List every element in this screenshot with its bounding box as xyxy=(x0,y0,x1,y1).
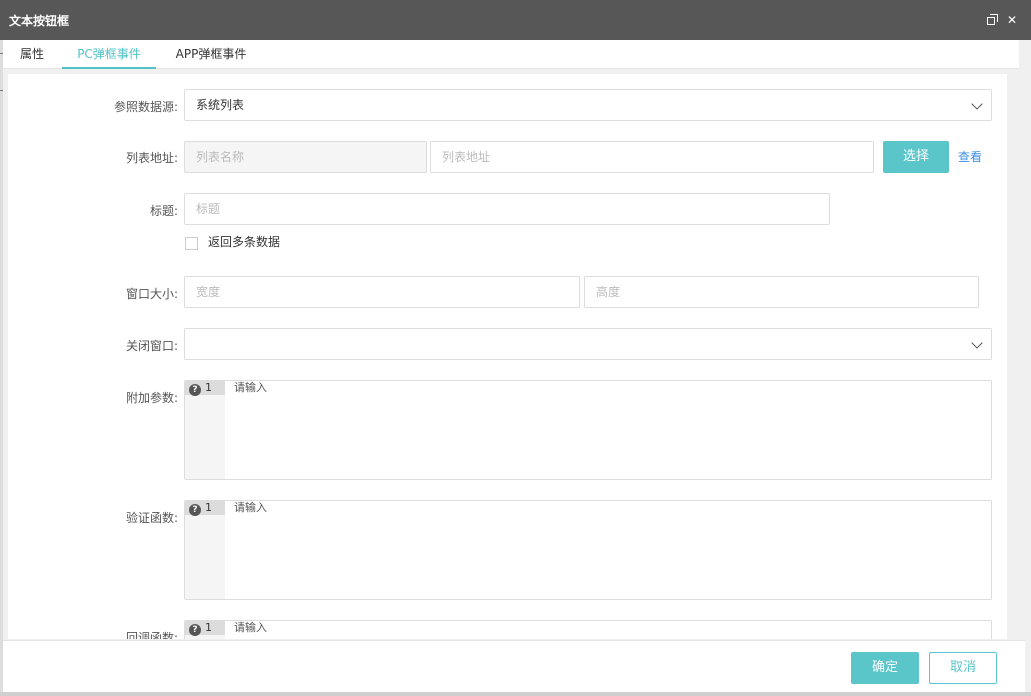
extra-params-label: 附加参数: xyxy=(125,391,178,405)
editor-placeholder: 请输入 xyxy=(234,381,267,394)
return-multiple-checkbox[interactable] xyxy=(185,237,198,250)
data-source-select[interactable]: 系统列表 xyxy=(184,89,992,121)
validate-fn-editor[interactable]: ? 1 请输入 xyxy=(184,500,992,600)
ok-button[interactable]: 确定 xyxy=(851,652,919,684)
cancel-button[interactable]: 取消 xyxy=(929,652,997,684)
tab-pc-popup-events[interactable]: PC弹框事件 xyxy=(62,40,156,69)
dialog: 文本按钮框 ✕ 属性 PC弹框事件 APP弹框事件 参照数据源: 系统列表 列表… xyxy=(0,0,1031,696)
validate-fn-label: 验证函数: xyxy=(125,511,178,525)
tab-properties[interactable]: 属性 xyxy=(19,40,45,69)
dialog-footer: 确定 取消 xyxy=(3,640,1025,692)
editor-gutter: ? 1 xyxy=(185,501,225,599)
editor-gutter: ? 1 xyxy=(185,381,225,479)
return-multiple-label: 返回多条数据 xyxy=(208,235,281,249)
data-source-label: 参照数据源: xyxy=(113,100,178,114)
data-source-value: 系统列表 xyxy=(196,98,245,112)
dialog-title: 文本按钮框 xyxy=(9,14,70,28)
title-label: 标题: xyxy=(149,204,178,218)
callback-fn-editor[interactable]: ? 1 请输入 xyxy=(184,620,992,639)
width-placeholder: 宽度 xyxy=(196,285,221,299)
height-input[interactable]: 高度 xyxy=(584,276,979,308)
extra-params-editor[interactable]: ? 1 请输入 xyxy=(184,380,992,480)
height-placeholder: 高度 xyxy=(596,285,621,299)
tab-app-popup-events[interactable]: APP弹框事件 xyxy=(168,40,254,69)
restore-window-icon[interactable] xyxy=(985,13,999,27)
close-window-label: 关闭窗口: xyxy=(125,339,178,353)
line-number: 1 xyxy=(205,621,212,634)
window-size-label: 窗口大小: xyxy=(125,287,178,301)
line-number: 1 xyxy=(205,381,212,394)
width-input[interactable]: 宽度 xyxy=(184,276,580,308)
line-number: 1 xyxy=(205,501,212,514)
list-name-placeholder: 列表名称 xyxy=(196,150,245,164)
scrollbar[interactable] xyxy=(1019,40,1027,640)
list-address-placeholder: 列表地址 xyxy=(442,150,491,164)
title-bar: 文本按钮框 ✕ xyxy=(0,0,1031,40)
editor-placeholder: 请输入 xyxy=(234,621,267,634)
title-input[interactable]: 标题 xyxy=(184,193,830,225)
left-edge xyxy=(0,40,3,696)
editor-placeholder: 请输入 xyxy=(234,501,267,514)
bottom-edge xyxy=(0,692,1031,696)
form-panel: 参照数据源: 系统列表 列表地址: 列表名称 列表地址 选择 查看 标题: 标题… xyxy=(8,74,1007,639)
chevron-down-icon xyxy=(971,337,983,349)
select-button[interactable]: 选择 xyxy=(883,141,949,173)
view-link[interactable]: 查看 xyxy=(958,148,982,165)
list-name-input[interactable]: 列表名称 xyxy=(184,141,427,173)
editor-gutter: ? 1 xyxy=(185,621,225,639)
question-circle-icon[interactable]: ? xyxy=(189,504,201,516)
tab-bar: 属性 PC弹框事件 APP弹框事件 xyxy=(3,40,1025,69)
question-circle-icon[interactable]: ? xyxy=(189,384,201,396)
question-circle-icon[interactable]: ? xyxy=(189,624,201,636)
callback-fn-label: 回调函数: xyxy=(125,631,178,639)
close-window-select[interactable] xyxy=(184,328,992,360)
chevron-down-icon xyxy=(971,98,983,110)
list-address-input[interactable]: 列表地址 xyxy=(430,141,874,173)
close-icon[interactable]: ✕ xyxy=(1005,13,1019,27)
title-placeholder: 标题 xyxy=(196,202,221,216)
list-address-label: 列表地址: xyxy=(125,151,178,165)
